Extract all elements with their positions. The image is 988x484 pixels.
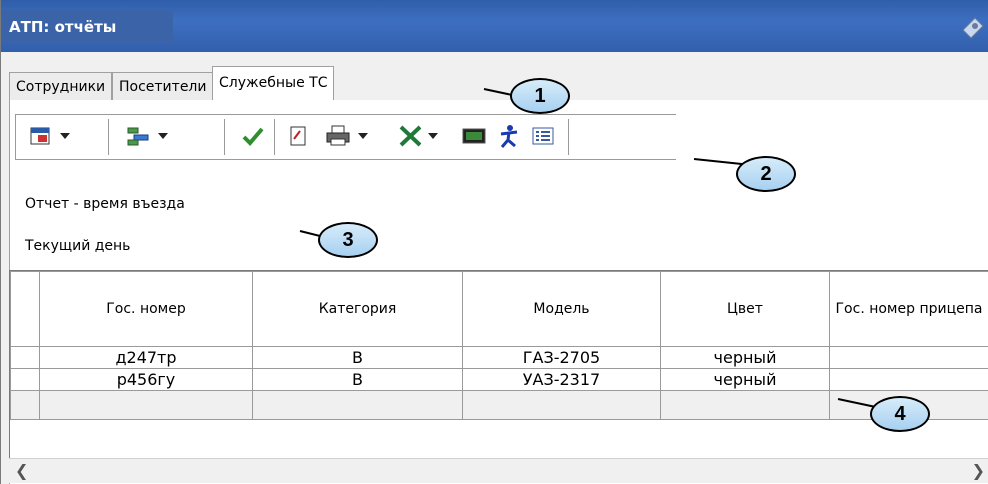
toolbar <box>15 114 676 160</box>
column-header-color[interactable]: Цвет <box>660 271 830 347</box>
column-header-category[interactable]: Категория <box>252 271 463 347</box>
callout-3: 3 <box>318 222 378 258</box>
terminal-icon <box>462 128 486 144</box>
column-header-plate[interactable]: Гос. номер <box>39 271 253 347</box>
cell-plate[interactable]: р456гу <box>39 368 253 391</box>
person-button[interactable] <box>498 123 520 149</box>
calendar-icon <box>30 127 50 145</box>
footer-cell <box>462 390 661 420</box>
cell-model[interactable]: УАЗ-2317 <box>462 368 661 391</box>
table-header-row: Гос. номер Категория Модель Цвет Гос. но… <box>10 271 988 347</box>
chevron-down-icon <box>60 133 70 139</box>
report-window: АТП: отчёты Сотрудники Посетители Служеб… <box>0 0 988 484</box>
cell-category[interactable]: В <box>252 368 463 391</box>
toolbar-separator <box>568 119 569 155</box>
row-selector[interactable] <box>10 368 40 391</box>
row-selector-header <box>10 271 40 347</box>
column-header-trailer-plate[interactable]: Гос. номер прицепа <box>829 271 988 347</box>
callout-2: 2 <box>736 156 796 192</box>
chevron-down-icon <box>428 133 438 139</box>
list-view-icon <box>532 127 554 145</box>
data-grid: Гос. номер Категория Модель Цвет Гос. но… <box>9 270 988 460</box>
terminal-button[interactable] <box>462 123 486 149</box>
results-table: Гос. номер Категория Модель Цвет Гос. но… <box>10 271 988 420</box>
edit-report-button[interactable] <box>288 123 308 149</box>
footer-cell <box>252 390 463 420</box>
column-header-model[interactable]: Модель <box>462 271 661 347</box>
callout-4: 4 <box>870 396 930 432</box>
cell-trailer-plate[interactable] <box>829 346 988 369</box>
tab-visitors[interactable]: Посетители <box>112 72 214 100</box>
cell-color[interactable]: черный <box>660 346 830 369</box>
horizontal-scrollbar[interactable]: ❮ ❯ <box>9 458 988 483</box>
toolbar-separator <box>108 119 109 155</box>
toolbar-separator <box>274 119 275 155</box>
toolbar-separator <box>224 119 225 155</box>
title-bar: АТП: отчёты <box>1 0 988 52</box>
person-icon <box>500 125 518 148</box>
chevron-down-icon <box>158 133 168 139</box>
table-footer-row <box>10 390 988 420</box>
tab-employees[interactable]: Сотрудники <box>9 72 113 100</box>
row-selector[interactable] <box>10 346 40 369</box>
scroll-right-icon[interactable]: ❯ <box>972 461 985 480</box>
export-excel-dropdown-button[interactable] <box>398 123 438 149</box>
edit-document-icon <box>290 126 306 146</box>
excel-icon <box>399 125 422 147</box>
layout-icon <box>127 127 149 146</box>
checkmark-icon <box>242 127 264 146</box>
chevron-down-icon <box>358 133 368 139</box>
printer-icon <box>326 125 350 146</box>
list-view-button[interactable] <box>532 123 554 149</box>
footer-cell <box>10 390 40 420</box>
scroll-left-icon[interactable]: ❮ <box>15 461 28 480</box>
window-title: АТП: отчёты <box>9 18 117 36</box>
cell-trailer-plate[interactable] <box>829 368 988 391</box>
cell-model[interactable]: ГАЗ-2705 <box>462 346 661 369</box>
report-title: Отчет - время въезда <box>25 196 185 212</box>
table-row[interactable]: р456гу В УАЗ-2317 черный <box>10 368 988 391</box>
pin-icon[interactable] <box>955 12 988 42</box>
tab-service-vehicles[interactable]: Служебные ТС <box>212 66 335 101</box>
callout-1: 1 <box>510 78 570 114</box>
calendar-dropdown-button[interactable] <box>30 123 70 149</box>
table-row[interactable]: д247тр В ГАЗ-2705 черный <box>10 346 988 369</box>
report-period: Текущий день <box>25 238 131 254</box>
footer-cell <box>660 390 830 420</box>
cell-color[interactable]: черный <box>660 368 830 391</box>
cell-category[interactable]: В <box>252 346 463 369</box>
layout-dropdown-button[interactable] <box>126 123 168 149</box>
cell-plate[interactable]: д247тр <box>39 346 253 369</box>
print-dropdown-button[interactable] <box>326 123 368 149</box>
footer-cell <box>39 390 253 420</box>
apply-button[interactable] <box>242 123 264 149</box>
